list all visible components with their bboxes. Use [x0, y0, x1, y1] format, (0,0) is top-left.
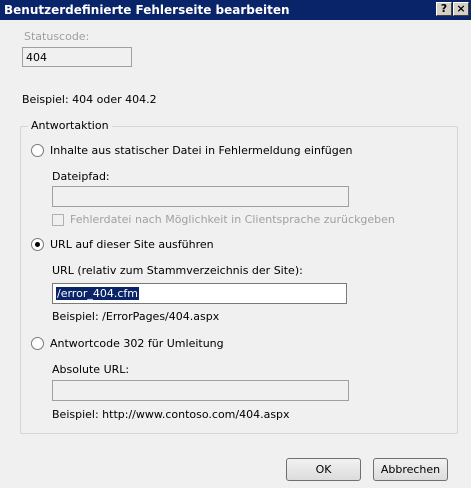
site-url-label: URL (relativ zum Stammverzeichnis der Si…: [52, 264, 303, 277]
static-file-radio[interactable]: [31, 144, 44, 157]
redirect-302-radio[interactable]: [31, 337, 44, 350]
static-file-label[interactable]: Inhalte aus statischer Datei in Fehlerme…: [50, 144, 352, 157]
status-code-label: Statuscode:: [24, 30, 90, 43]
cancel-button[interactable]: Abbrechen: [373, 458, 448, 481]
status-code-value: 404: [26, 51, 47, 64]
site-url-input[interactable]: /error_404.cfm: [52, 283, 347, 304]
absolute-url-example: Beispiel: http://www.contoso.com/404.asp…: [52, 408, 290, 421]
absolute-url-label: Absolute URL:: [52, 363, 130, 376]
help-button[interactable]: ?: [436, 2, 452, 16]
close-button[interactable]: ×: [453, 2, 469, 16]
ok-button[interactable]: OK: [286, 458, 361, 481]
localized-error-label: Fehlerdatei nach Möglichkeit in Clientsp…: [70, 213, 395, 226]
status-code-example: Beispiel: 404 oder 404.2: [22, 93, 157, 106]
response-action-legend: Antwortaktion: [28, 119, 112, 132]
execute-url-label[interactable]: URL auf dieser Site ausführen: [50, 238, 214, 251]
redirect-302-label[interactable]: Antwortcode 302 für Umleitung: [50, 337, 224, 350]
dialog-title: Benutzerdefinierte Fehlerseite bearbeite…: [4, 3, 290, 17]
site-url-example: Beispiel: /ErrorPages/404.aspx: [52, 310, 220, 323]
file-path-label: Dateipfad:: [52, 170, 110, 183]
site-url-value: /error_404.cfm: [56, 287, 139, 300]
execute-url-radio[interactable]: [31, 238, 44, 251]
file-path-input: [52, 186, 349, 207]
title-bar: Benutzerdefinierte Fehlerseite bearbeite…: [0, 0, 471, 20]
localized-error-checkbox: [52, 214, 64, 226]
absolute-url-input: [52, 380, 349, 401]
status-code-field: 404: [22, 47, 132, 67]
